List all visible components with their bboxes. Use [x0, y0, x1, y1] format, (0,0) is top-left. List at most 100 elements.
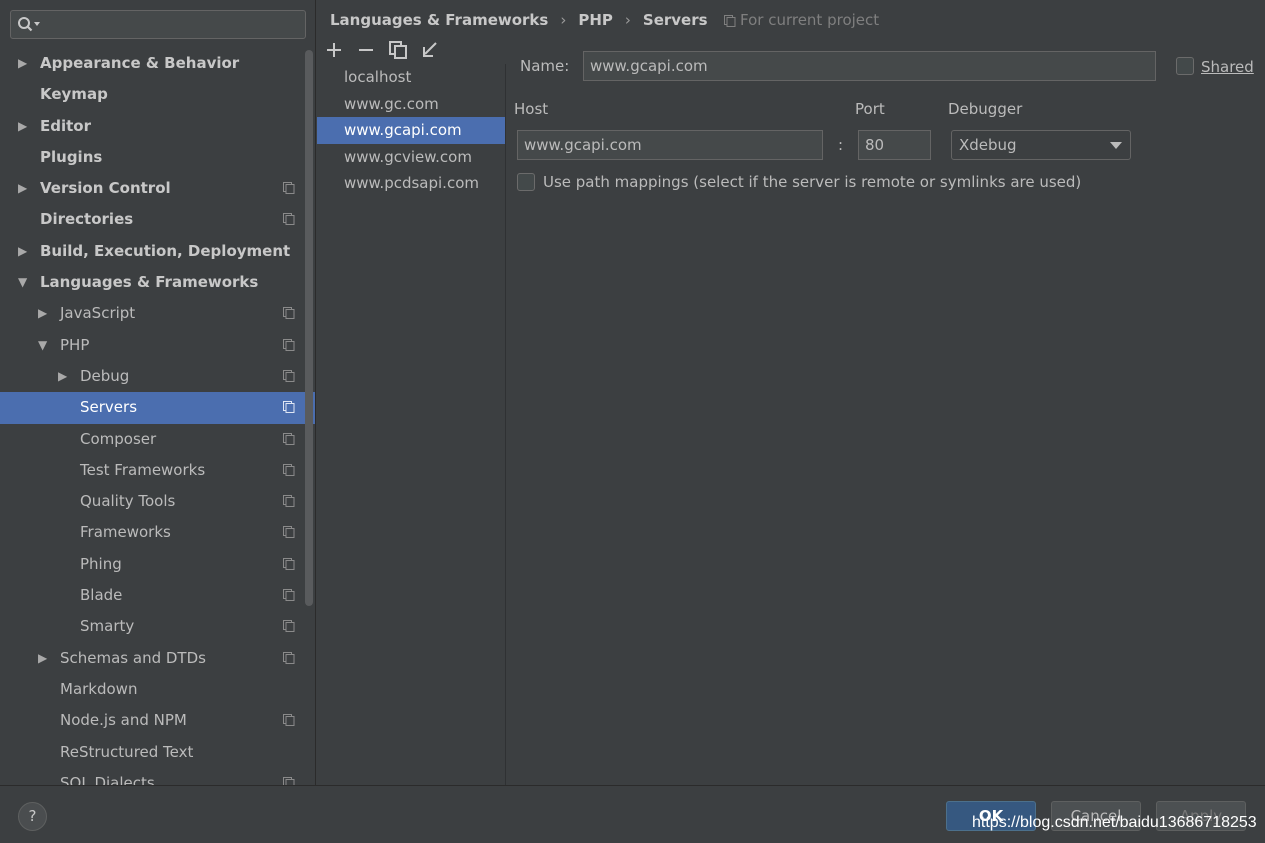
- server-list-item[interactable]: localhost: [317, 64, 505, 91]
- project-scope-icon: [283, 557, 295, 570]
- tree-item-label: Editor: [40, 116, 91, 135]
- port-field[interactable]: [858, 130, 931, 160]
- tree-item-label: Build, Execution, Deployment: [40, 241, 291, 260]
- tree-item-label: Version Control: [40, 179, 171, 198]
- tree-item[interactable]: SQL Dialects: [0, 768, 315, 785]
- path-mappings-checkbox[interactable]: [517, 173, 535, 191]
- debugger-selected-value: Xdebug: [959, 136, 1017, 154]
- tree-item[interactable]: Frameworks: [0, 517, 315, 548]
- tree-item-label: Quality Tools: [80, 492, 176, 511]
- tree-item[interactable]: Phing: [0, 549, 315, 580]
- tree-item[interactable]: Smarty: [0, 611, 315, 642]
- tree-item[interactable]: ▼ Languages & Frameworks: [0, 267, 315, 298]
- help-button[interactable]: ?: [18, 802, 47, 831]
- add-icon[interactable]: [324, 40, 344, 60]
- tree-item-label: Frameworks: [80, 523, 171, 542]
- expand-right-icon[interactable]: ▶: [18, 173, 27, 204]
- dialog-footer: ? OK Cancel Apply https://blog.csdn.net/…: [0, 785, 1265, 843]
- breadcrumb-item: Servers: [642, 11, 708, 29]
- scope-indicator: For current project: [724, 0, 879, 40]
- tree-item[interactable]: Quality Tools: [0, 486, 315, 517]
- tree-item-label: Debug: [80, 366, 130, 385]
- debugger-label: Debugger: [948, 100, 1023, 118]
- server-list: localhost www.gc.com www.gcapi.com www.gcvi…: [317, 64, 506, 785]
- tree-item-label: Servers: [80, 398, 138, 417]
- tree-item[interactable]: ▶ Schemas and DTDs: [0, 643, 315, 674]
- tree-item[interactable]: ▶ Version Control: [0, 173, 315, 204]
- tree-item-label: PHP: [60, 335, 90, 354]
- tree-item[interactable]: ▶ JavaScript: [0, 298, 315, 329]
- remove-icon[interactable]: [356, 40, 376, 60]
- tree-item[interactable]: ▼ PHP: [0, 330, 315, 361]
- shared-label[interactable]: Shared: [1201, 58, 1254, 76]
- host-label: Host: [514, 100, 549, 118]
- tree-item[interactable]: Blade: [0, 580, 315, 611]
- shared-checkbox[interactable]: [1176, 57, 1194, 75]
- project-scope-icon: [283, 526, 295, 539]
- expand-right-icon[interactable]: ▶: [18, 236, 27, 267]
- tree-item-label: Blade: [80, 586, 123, 605]
- breadcrumb-separator: ›: [560, 11, 567, 29]
- sidebar-scrollbar[interactable]: [305, 50, 313, 606]
- tree-item[interactable]: Node.js and NPM: [0, 705, 315, 736]
- tree-item-label: Smarty: [80, 617, 135, 636]
- project-scope-icon: [283, 432, 295, 445]
- tree-item-label: Directories: [40, 210, 134, 229]
- expand-right-icon[interactable]: ▶: [18, 111, 27, 142]
- path-mappings-label[interactable]: Use path mappings (select if the server …: [543, 173, 1081, 191]
- breadcrumb: Languages & Frameworks › PHP › Servers: [330, 0, 708, 40]
- import-icon[interactable]: [420, 40, 440, 60]
- tree-item[interactable]: Test Frameworks: [0, 455, 315, 486]
- tree-item-label: Phing: [80, 554, 122, 573]
- tree-item[interactable]: Directories: [0, 204, 315, 235]
- host-port-separator: :: [838, 136, 844, 154]
- tree-item[interactable]: ▶ Appearance & Behavior: [0, 48, 315, 79]
- tree-item-label: ReStructured Text: [60, 742, 194, 761]
- debugger-dropdown[interactable]: Xdebug: [951, 130, 1131, 160]
- expand-right-icon[interactable]: ▶: [38, 643, 47, 674]
- settings-search-box[interactable]: [10, 10, 306, 39]
- expand-down-icon[interactable]: ▼: [18, 267, 27, 298]
- tree-item[interactable]: ▶ Editor: [0, 111, 315, 142]
- project-scope-icon: [283, 463, 295, 476]
- tree-item[interactable]: ▶ Build, Execution, Deployment: [0, 236, 315, 267]
- expand-right-icon[interactable]: ▶: [58, 361, 67, 392]
- tree-item[interactable]: Plugins: [0, 142, 315, 173]
- search-icon[interactable]: [17, 16, 43, 34]
- tree-item-label: Schemas and DTDs: [60, 648, 206, 667]
- tree-item[interactable]: Keymap: [0, 79, 315, 110]
- expand-right-icon[interactable]: ▶: [18, 48, 27, 79]
- server-detail-panel: Name: Shared Host Port Debugger : Xdebug…: [507, 40, 1265, 785]
- name-field[interactable]: [583, 51, 1156, 81]
- chevron-down-icon: [1110, 142, 1122, 149]
- tree-item[interactable]: ReStructured Text: [0, 737, 315, 768]
- watermark-text: https://blog.csdn.net/baidu13686718253: [972, 814, 1257, 831]
- project-scope-icon: [283, 338, 295, 351]
- search-input[interactable]: [43, 14, 299, 35]
- tree-item[interactable]: ▶ Debug: [0, 361, 315, 392]
- server-list-item[interactable]: www.gc.com: [317, 91, 505, 118]
- tree-item-label: Keymap: [40, 85, 108, 104]
- tree-item[interactable]: Servers: [0, 392, 315, 424]
- breadcrumb-item: PHP: [578, 11, 613, 29]
- server-list-item[interactable]: www.gcview.com: [317, 144, 505, 171]
- expand-down-icon[interactable]: ▼: [38, 330, 47, 361]
- breadcrumb-item: Languages & Frameworks: [330, 11, 549, 29]
- scope-label: For current project: [740, 11, 880, 29]
- project-scope-icon: [283, 182, 295, 195]
- project-scope-icon: [283, 495, 295, 508]
- tree-item[interactable]: Composer: [0, 424, 315, 455]
- server-list-item[interactable]: www.gcapi.com: [317, 117, 505, 144]
- tree-item-label: Test Frameworks: [80, 460, 206, 479]
- project-scope-icon: [283, 620, 295, 633]
- host-field[interactable]: [517, 130, 823, 160]
- project-scope-icon: [724, 14, 736, 27]
- tree-item-label: SQL Dialects: [60, 773, 155, 785]
- project-scope-icon: [283, 369, 295, 382]
- tree-item[interactable]: Markdown: [0, 674, 315, 705]
- tree-item-label: Composer: [80, 429, 157, 448]
- server-list-item[interactable]: www.pcdsapi.com: [317, 170, 505, 197]
- project-scope-icon: [283, 714, 295, 727]
- expand-right-icon[interactable]: ▶: [38, 298, 47, 329]
- copy-icon[interactable]: [388, 40, 408, 60]
